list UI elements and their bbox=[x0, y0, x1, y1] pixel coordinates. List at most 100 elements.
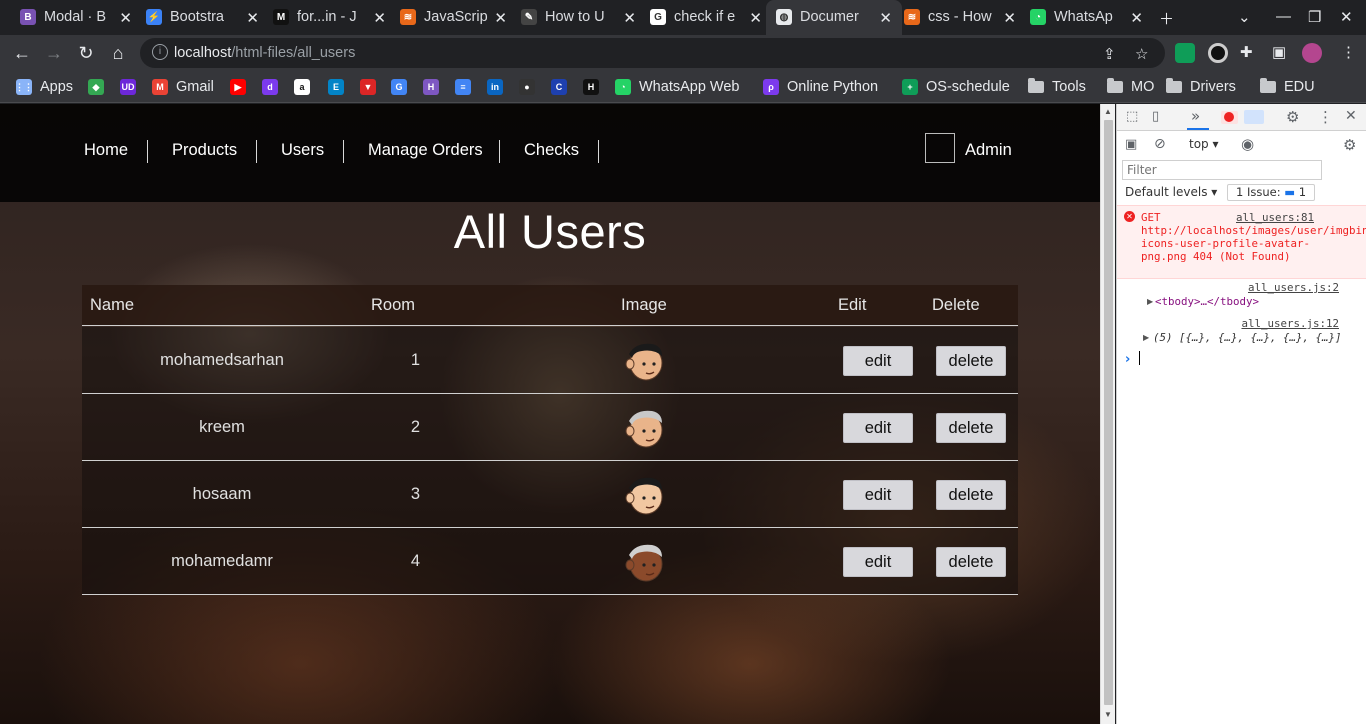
bookmark-item[interactable]: G bbox=[391, 78, 407, 96]
edit-user-button[interactable]: edit bbox=[843, 346, 913, 376]
bookmark-folder[interactable]: Drivers bbox=[1166, 78, 1236, 96]
address-bar[interactable]: i localhost/html-files/all_users ⇪ ☆ bbox=[140, 38, 1165, 68]
bookmark-item[interactable]: H bbox=[423, 78, 439, 96]
log-source-link[interactable]: all_users.js:12 bbox=[1241, 317, 1339, 330]
extension-ring-icon[interactable] bbox=[1208, 43, 1228, 63]
browser-tab[interactable]: ⚡ Bootstra ✕ bbox=[146, 0, 259, 35]
browser-tab[interactable]: ✎ How to U ✕ bbox=[521, 0, 636, 35]
device-toggle-icon[interactable]: ▯ bbox=[1152, 109, 1159, 124]
settings-gear-icon[interactable]: ⚙ bbox=[1286, 108, 1299, 126]
nav-link-products[interactable]: Products bbox=[172, 141, 237, 160]
back-arrow-icon[interactable]: ← bbox=[11, 42, 33, 64]
site-info-icon[interactable]: i bbox=[152, 44, 168, 60]
bookmark-item[interactable]: ▼ bbox=[360, 78, 376, 96]
log-value[interactable]: <tbody>…</tbody> bbox=[1155, 295, 1259, 308]
live-expression-eye-icon[interactable]: ◉ bbox=[1241, 135, 1254, 153]
sidebar-toggle-icon[interactable]: ▣ bbox=[1125, 137, 1137, 152]
bookmark-folder[interactable]: EDU bbox=[1260, 78, 1315, 96]
scrollbar-thumb[interactable] bbox=[1104, 120, 1113, 705]
log-levels-dropdown[interactable]: Default levels ▾ bbox=[1125, 185, 1217, 199]
browser-tab[interactable]: ◔ WhatsAp ✕ bbox=[1030, 0, 1143, 35]
bookmark-folder[interactable]: MO bbox=[1107, 78, 1154, 96]
delete-user-button[interactable]: delete bbox=[936, 547, 1006, 577]
admin-name[interactable]: Admin bbox=[965, 141, 1012, 160]
browser-tab[interactable]: Mfor...in - J ✕ bbox=[273, 0, 386, 35]
errors-badge[interactable] bbox=[1221, 111, 1238, 124]
context-selector[interactable]: top ▾ bbox=[1189, 137, 1219, 151]
profile-avatar[interactable] bbox=[1302, 43, 1322, 63]
browser-tab[interactable]: ≋ JavaScrip ✕ bbox=[400, 0, 507, 35]
tab-close-icon[interactable]: ✕ bbox=[119, 9, 132, 27]
bookmark-item[interactable]: M Gmail bbox=[152, 78, 214, 96]
bookmark-item[interactable]: ρ Online Python bbox=[763, 78, 878, 96]
bookmark-item[interactable]: ● bbox=[519, 78, 535, 96]
inspect-element-icon[interactable]: ⬚ bbox=[1126, 109, 1138, 124]
devtools-close-icon[interactable]: ✕ bbox=[1345, 108, 1357, 124]
bookmark-item[interactable]: UD bbox=[120, 78, 136, 96]
nav-link-manage-orders[interactable]: Manage Orders bbox=[368, 141, 483, 160]
bookmark-item[interactable]: ◆ bbox=[88, 78, 104, 96]
page-vertical-scrollbar[interactable]: ▲ ▼ bbox=[1100, 104, 1115, 724]
tab-search-chevron-icon[interactable]: ⌄ bbox=[1238, 8, 1251, 26]
console-settings-gear-icon[interactable]: ⚙ bbox=[1343, 136, 1356, 154]
browser-tab[interactable]: Gcheck if e ✕ bbox=[650, 0, 762, 35]
scroll-down-arrow-icon[interactable]: ▼ bbox=[1104, 710, 1112, 719]
log-value[interactable]: (5) [{…}, {…}, {…}, {…}, {…}] bbox=[1153, 331, 1342, 344]
issues-counter[interactable]: 1 Issue: ▬ 1 bbox=[1227, 184, 1316, 201]
clear-console-icon[interactable]: ⊘ bbox=[1154, 136, 1166, 152]
bookmark-folder[interactable]: Tools bbox=[1028, 78, 1086, 96]
bookmark-item[interactable]: ≡ bbox=[455, 78, 471, 96]
devtools-menu-icon[interactable]: ⋮ bbox=[1318, 108, 1333, 126]
tab-close-icon[interactable]: ✕ bbox=[749, 9, 762, 27]
bookmark-item[interactable]: E bbox=[328, 78, 344, 96]
log-source-link[interactable]: all_users.js:2 bbox=[1248, 281, 1339, 294]
expand-triangle-icon[interactable]: ▶ bbox=[1147, 297, 1153, 306]
forward-arrow-icon[interactable]: → bbox=[43, 42, 65, 64]
url-text[interactable]: localhost/html-files/all_users bbox=[174, 45, 355, 61]
restore-icon[interactable]: ❐ bbox=[1308, 8, 1321, 26]
edit-user-button[interactable]: edit bbox=[843, 547, 913, 577]
minimize-icon[interactable]: — bbox=[1276, 8, 1291, 25]
bookmark-item[interactable]: a bbox=[294, 78, 310, 96]
adblock-shield-icon[interactable] bbox=[1175, 43, 1195, 63]
nav-link-home[interactable]: Home bbox=[84, 141, 128, 160]
nav-link-users[interactable]: Users bbox=[281, 141, 324, 160]
bookmark-star-icon[interactable]: ☆ bbox=[1135, 45, 1148, 63]
side-panel-icon[interactable]: ▣ bbox=[1272, 43, 1286, 61]
reload-icon[interactable]: ↻ bbox=[75, 42, 97, 64]
tab-close-icon[interactable]: ✕ bbox=[879, 9, 892, 27]
console-input-caret[interactable] bbox=[1139, 351, 1140, 365]
tab-close-icon[interactable]: ✕ bbox=[246, 9, 259, 27]
delete-user-button[interactable]: delete bbox=[936, 480, 1006, 510]
bookmark-item[interactable]: in bbox=[487, 78, 503, 96]
more-tabs-chevron-icon[interactable]: » bbox=[1191, 107, 1200, 125]
browser-tab[interactable]: ◍ Documer ✕ bbox=[766, 0, 902, 35]
bookmark-item[interactable]: ◔ WhatsApp Web bbox=[615, 78, 739, 96]
edit-user-button[interactable]: edit bbox=[843, 413, 913, 443]
tab-close-icon[interactable]: ✕ bbox=[623, 9, 636, 27]
bookmark-item[interactable]: ⋮⋮ Apps bbox=[15, 78, 73, 96]
console-filter-input[interactable]: Filter bbox=[1122, 160, 1322, 180]
bookmark-item[interactable]: + OS-schedule bbox=[902, 78, 1010, 96]
bookmark-item[interactable]: d bbox=[262, 78, 278, 96]
tab-close-icon[interactable]: ✕ bbox=[494, 9, 507, 27]
nav-link-checks[interactable]: Checks bbox=[524, 141, 579, 160]
edit-user-button[interactable]: edit bbox=[843, 480, 913, 510]
new-tab-plus-icon[interactable]: ＋ bbox=[1159, 8, 1174, 29]
expand-triangle-icon[interactable]: ▶ bbox=[1143, 333, 1149, 342]
tab-close-icon[interactable]: ✕ bbox=[1130, 9, 1143, 27]
bookmark-item[interactable]: H bbox=[583, 78, 599, 96]
scroll-up-arrow-icon[interactable]: ▲ bbox=[1104, 107, 1112, 116]
close-window-icon[interactable]: ✕ bbox=[1340, 8, 1353, 26]
delete-user-button[interactable]: delete bbox=[936, 413, 1006, 443]
bookmark-item[interactable]: ▶ bbox=[230, 78, 246, 96]
error-source-link[interactable]: all_users:81 bbox=[1236, 211, 1314, 224]
browser-tab[interactable]: ≋ css - How ✕ bbox=[904, 0, 1016, 35]
extensions-puzzle-icon[interactable]: ✚ bbox=[1240, 43, 1253, 61]
share-icon[interactable]: ⇪ bbox=[1103, 45, 1116, 63]
tab-close-icon[interactable]: ✕ bbox=[373, 9, 386, 27]
bookmark-item[interactable]: C bbox=[551, 78, 567, 96]
delete-user-button[interactable]: delete bbox=[936, 346, 1006, 376]
messages-badge-icon[interactable] bbox=[1244, 110, 1264, 124]
tab-close-icon[interactable]: ✕ bbox=[1003, 9, 1016, 27]
